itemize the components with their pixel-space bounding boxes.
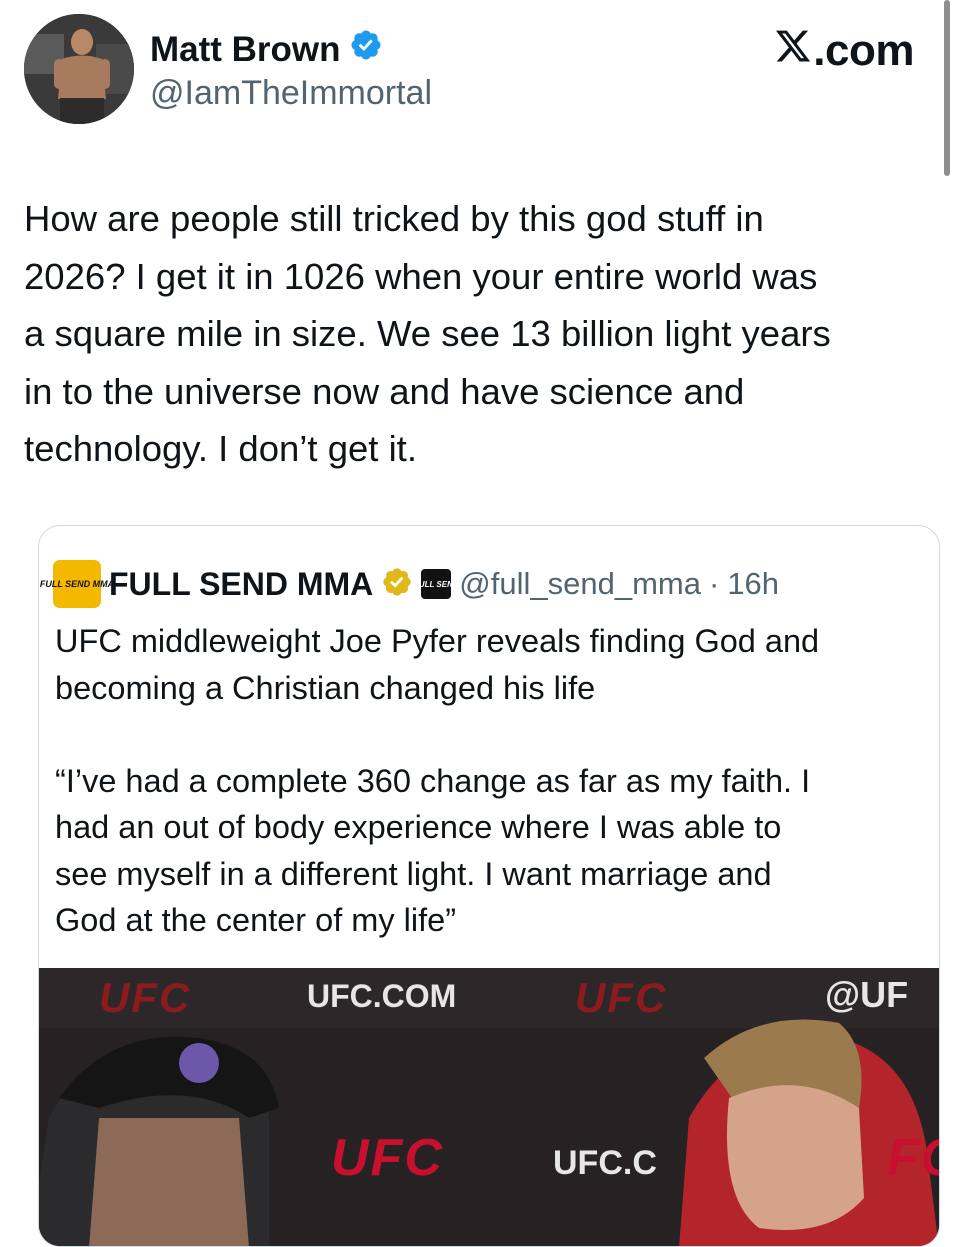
quote-tweet-card[interactable]: FULL SEND MMA FULL SEND MMA FULL SEND @f… xyxy=(38,525,940,1247)
x-logo-icon xyxy=(773,26,813,76)
fighter-avatar-image xyxy=(24,14,134,124)
backdrop-ufc-4: FC xyxy=(887,1129,939,1187)
quote-logo-text: FULL SEND MMA xyxy=(39,578,115,589)
quote-author-name[interactable]: FULL SEND MMA xyxy=(109,566,373,603)
x-com-brand[interactable]: .com xyxy=(773,26,914,76)
author-handle[interactable]: @IamTheImmortal xyxy=(150,74,432,113)
backdrop-ufc-1: UFC xyxy=(99,974,192,1021)
quote-header: FULL SEND MMA FULL SEND MMA FULL SEND @f… xyxy=(40,560,779,608)
quote-timestamp[interactable]: 16h xyxy=(727,566,779,602)
quote-text: UFC middleweight Joe Pyfer reveals findi… xyxy=(55,623,820,938)
separator-dot: · xyxy=(708,566,720,601)
brand-label: .com xyxy=(813,26,914,75)
author-avatar[interactable] xyxy=(24,14,134,124)
affiliate-badge-text: FULL SEND xyxy=(413,579,459,589)
author-name[interactable]: Matt Brown xyxy=(150,30,341,70)
affiliate-badge-icon: FULL SEND xyxy=(414,569,459,599)
gold-verified-badge-icon xyxy=(381,566,413,603)
author-name-row[interactable]: Matt Brown xyxy=(150,28,383,71)
quote-author-handle[interactable]: @full_send_mma xyxy=(459,566,701,602)
verified-badge-icon xyxy=(349,28,383,71)
scrollbar[interactable] xyxy=(944,0,950,176)
quote-avatar-logo[interactable]: FULL SEND MMA xyxy=(40,560,114,608)
backdrop-ufc-3: UFC xyxy=(331,1129,444,1187)
tweet-text: How are people still tricked by this god… xyxy=(24,198,831,469)
backdrop-ufc-com-2: UFC.C xyxy=(553,1144,657,1182)
backdrop-ufc-com-1: UFC.COM xyxy=(307,978,457,1014)
quote-media-video-frame[interactable]: UFC UFC.COM UFC @UF UFC UFC.C FC xyxy=(39,968,939,1246)
backdrop-ufc-handle: @UF xyxy=(825,974,909,1015)
backdrop-ufc-2: UFC xyxy=(575,974,668,1021)
